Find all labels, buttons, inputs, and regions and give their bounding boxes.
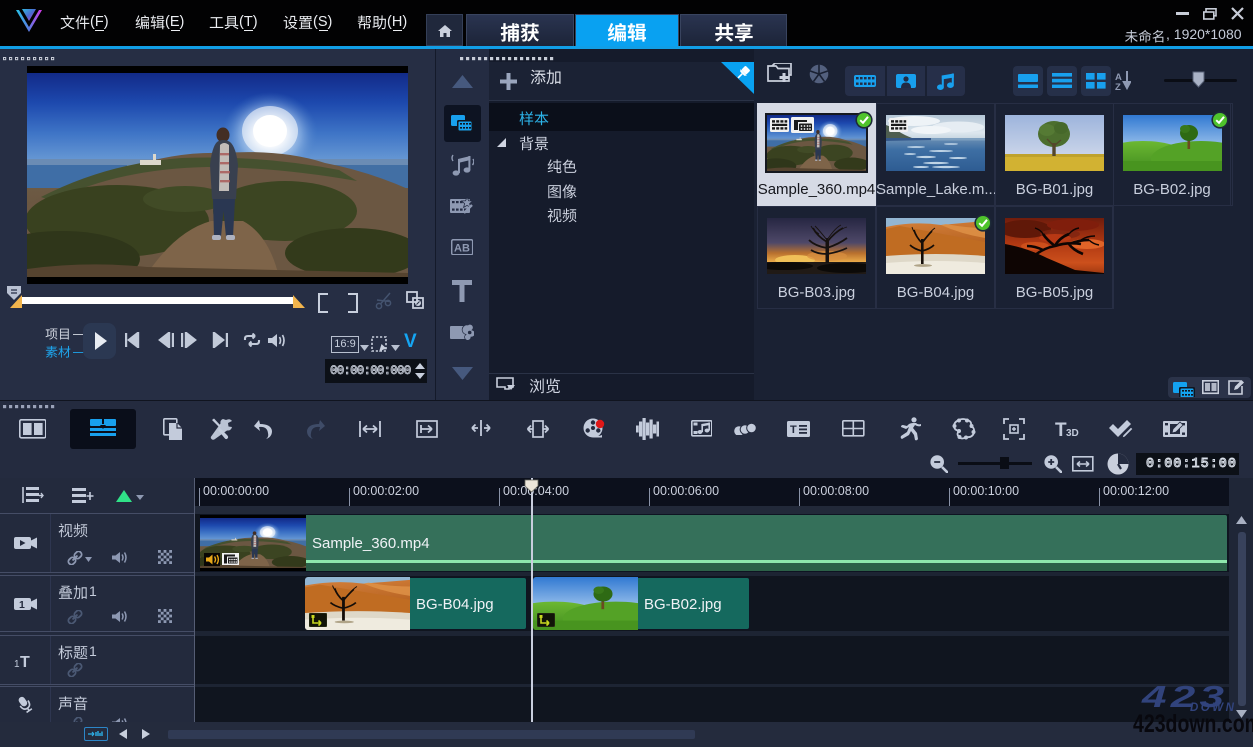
svg-text:AB: AB <box>454 242 470 254</box>
svg-text:Z: Z <box>1115 82 1121 91</box>
svg-text:3D: 3D <box>1066 428 1079 437</box>
svg-text:1: 1 <box>19 599 25 611</box>
svg-text:T: T <box>20 654 30 669</box>
svg-text:T: T <box>790 424 797 436</box>
